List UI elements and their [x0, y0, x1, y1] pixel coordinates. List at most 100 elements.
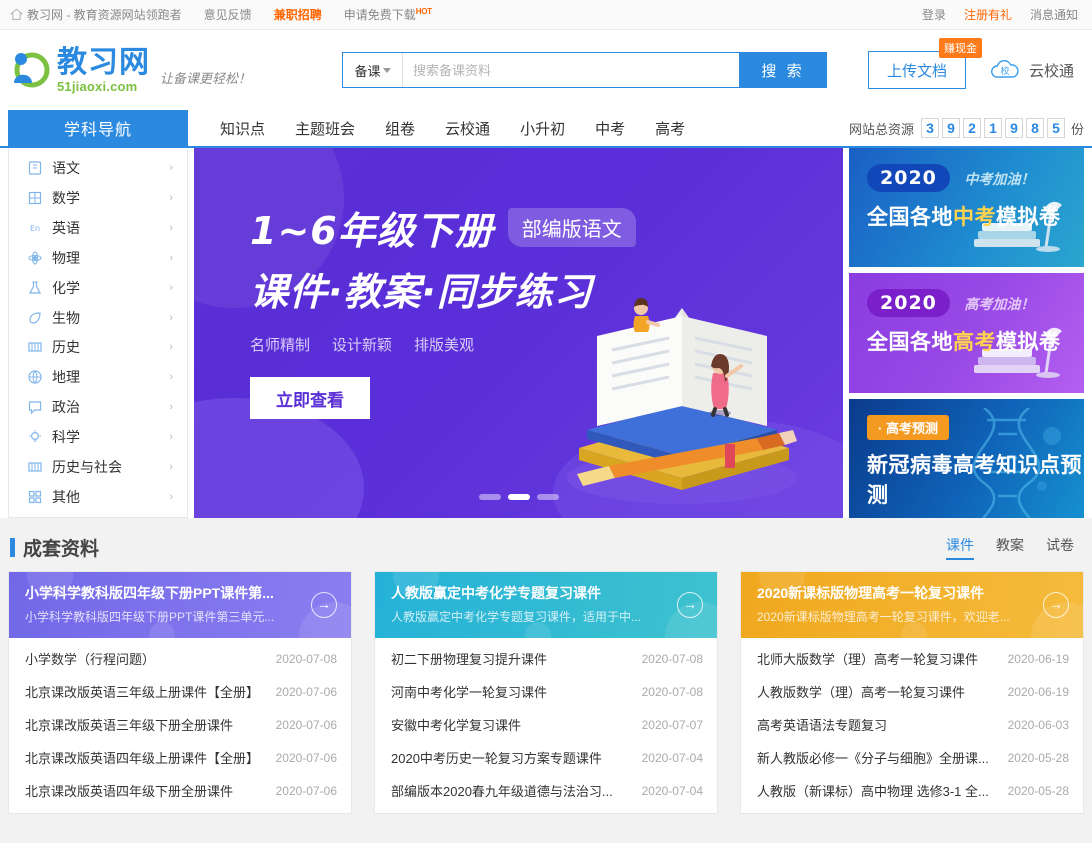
register-link[interactable]: 注册有礼 [964, 6, 1012, 23]
list-item[interactable]: 2020中考历史一轮复习方案专题课件 2020-07-04 [375, 741, 717, 774]
sidebar-item-wuli[interactable]: 物理 › [9, 244, 187, 272]
list-item[interactable]: 新人教版必修一《分子与细胞》全册课... 2020-05-28 [741, 741, 1083, 774]
card-list: 北师大版数学（理）高考一轮复习课件 2020-06-19 人教版数学（理）高考一… [741, 638, 1083, 813]
promo-card-prediction[interactable]: · 高考预测 新冠病毒高考知识点预测 [849, 399, 1084, 518]
banner-feature: 名师精制 [250, 334, 310, 355]
sidebar-item-yuwen[interactable]: 语文 › [9, 154, 187, 182]
list-item[interactable]: 河南中考化学一轮复习课件 2020-07-08 [375, 675, 717, 708]
promo-year: 2020 [867, 289, 950, 317]
card-list: 初二下册物理复习提升课件 2020-07-08 河南中考化学一轮复习课件 202… [375, 638, 717, 813]
nav-item-gaokao[interactable]: 高考 [655, 118, 685, 139]
banner-subtitle: 课件·教案·同步练习 [250, 261, 843, 316]
carousel-dot-active[interactable] [508, 494, 530, 500]
sidebar-item-lishi-shehui[interactable]: 历史与社会 › [9, 453, 187, 481]
promo-content: 2020 高考加油！ 全国各地高考模拟卷 [849, 273, 1084, 356]
recruit-link[interactable]: 兼职招聘 [274, 6, 322, 23]
promo-card-gaokao[interactable]: 2020 高考加油！ 全国各地高考模拟卷 [849, 273, 1084, 392]
list-item[interactable]: 安徽中考化学复习课件 2020-07-07 [375, 708, 717, 741]
list-item[interactable]: 小学数学（行程问题） 2020-07-08 [9, 642, 351, 675]
logo-cn: 教习网 [57, 48, 150, 78]
item-date: 2020-05-28 [1008, 784, 1069, 798]
banner-feature: 排版美观 [414, 334, 474, 355]
search-category-dropdown[interactable]: 备课 [342, 52, 402, 88]
earn-cash-badge: 赚现金 [939, 38, 982, 58]
carousel-dot[interactable] [479, 494, 501, 500]
resource-counter-label: 网站总资源 [849, 119, 914, 138]
list-item[interactable]: 北京课改版英语四年级上册课件【全册】 2020-07-06 [9, 741, 351, 774]
list-item[interactable]: 北师大版数学（理）高考一轮复习课件 2020-06-19 [741, 642, 1083, 675]
nav-item-zhongkao[interactable]: 中考 [595, 118, 625, 139]
resource-cards: 小学科学教科版四年级下册PPT课件第... 小学科学教科版四年级下册PPT课件第… [0, 571, 1092, 814]
sidebar-item-yingyu[interactable]: En 英语 › [9, 214, 187, 242]
sidebar-item-huaxue[interactable]: 化学 › [9, 274, 187, 302]
sidebar-item-zhengzhi[interactable]: 政治 › [9, 393, 187, 421]
card-header[interactable]: 2020新课标版物理高考一轮复习课件 2020新课标版物理高考一轮复习课件，欢迎… [741, 572, 1083, 638]
sidebar-label: 地理 [52, 367, 169, 387]
list-item[interactable]: 初二下册物理复习提升课件 2020-07-08 [375, 642, 717, 675]
list-item[interactable]: 部编版本2020春九年级道德与法治习... 2020-07-04 [375, 774, 717, 807]
search-box: 备课 搜 索 [342, 52, 827, 88]
banner-line1: 1~6年级下册 部编版语文 [250, 200, 843, 255]
item-title: 北京课改版英语四年级下册全册课件 [25, 781, 276, 800]
top-bar-right: 登录 注册有礼 消息通知 [922, 6, 1092, 23]
card-header[interactable]: 小学科学教科版四年级下册PPT课件第... 小学科学教科版四年级下册PPT课件第… [9, 572, 351, 638]
nav-subject-guide[interactable]: 学科导航 [8, 110, 188, 146]
list-item[interactable]: 人教版数学（理）高考一轮复习课件 2020-06-19 [741, 675, 1083, 708]
sidebar-item-lishi[interactable]: 历史 › [9, 333, 187, 361]
item-title: 北师大版数学（理）高考一轮复习课件 [757, 649, 1008, 668]
arrow-right-icon[interactable]: → [677, 592, 703, 618]
free-download-link[interactable]: 申请免费下载HOT [344, 6, 432, 23]
nav-item-primary-to-middle[interactable]: 小升初 [520, 118, 565, 139]
search-button[interactable]: 搜 索 [739, 52, 827, 88]
sidebar-item-shengwu[interactable]: 生物 › [9, 304, 187, 332]
arrow-right-icon[interactable]: → [1043, 592, 1069, 618]
notifications-link[interactable]: 消息通知 [1030, 6, 1078, 23]
promo-column: 2020 中考加油！ 全国各地中考模拟卷 2020 高考加油！ 全国各地高考模拟… [849, 148, 1084, 518]
item-title: 新人教版必修一《分子与细胞》全册课... [757, 748, 1008, 767]
logo[interactable]: 教习网 51jiaoxi.com 让备课更轻松！ [10, 48, 340, 93]
sidebar-label: 语文 [52, 158, 169, 178]
nav-item-knowledge[interactable]: 知识点 [220, 118, 265, 139]
tab-lessonplan[interactable]: 教案 [996, 535, 1024, 560]
card-header[interactable]: 人教版赢定中考化学专题复习课件 人教版赢定中考化学专题复习课件，适用于中... … [375, 572, 717, 638]
sidebar-item-shuxue[interactable]: 数学 › [9, 184, 187, 212]
hero-banner[interactable]: 1~6年级下册 部编版语文 课件·教案·同步练习 名师精制 设计新颖 排版美观 … [194, 148, 843, 518]
nav-item-cloudschool[interactable]: 云校通 [445, 118, 490, 139]
site-name-link[interactable]: 教习网 - 教育资源网站领跑者 [10, 6, 182, 23]
nav-item-classmeeting[interactable]: 主题班会 [295, 118, 355, 139]
banner-features: 名师精制 设计新颖 排版美观 [250, 334, 843, 355]
list-item[interactable]: 高考英语语法专题复习 2020-06-03 [741, 708, 1083, 741]
search-input[interactable] [403, 52, 739, 88]
arrow-glyph: → [317, 597, 331, 611]
chevron-right-icon: › [169, 282, 173, 294]
resource-card: 2020新课标版物理高考一轮复习课件 2020新课标版物理高考一轮复习课件，欢迎… [740, 571, 1084, 814]
chevron-down-icon [383, 68, 391, 73]
cloud-school-link[interactable]: 校 云校通 [988, 58, 1074, 82]
list-item[interactable]: 北京课改版英语三年级下册全册课件 2020-07-06 [9, 708, 351, 741]
feedback-link[interactable]: 意见反馈 [204, 6, 252, 23]
bulb-icon [27, 429, 43, 445]
tab-testpaper[interactable]: 试卷 [1046, 535, 1074, 560]
chevron-right-icon: › [169, 371, 173, 383]
promo-card-zhongkao[interactable]: 2020 中考加油！ 全国各地中考模拟卷 [849, 148, 1084, 267]
item-title: 2020中考历史一轮复习方案专题课件 [391, 748, 642, 767]
list-item[interactable]: 人教版（新课标）高中物理 选修3-1 全... 2020-05-28 [741, 774, 1083, 807]
tab-courseware[interactable]: 课件 [946, 535, 974, 560]
slogan: 让备课更轻松！ [160, 68, 251, 93]
list-item[interactable]: 北京课改版英语三年级上册课件【全册】 2020-07-06 [9, 675, 351, 708]
arrow-right-icon[interactable]: → [311, 592, 337, 618]
item-date: 2020-07-07 [642, 718, 703, 732]
login-link[interactable]: 登录 [922, 6, 946, 23]
nav-items: 知识点 主题班会 组卷 云校通 小升初 中考 高考 [220, 110, 685, 146]
sidebar-item-dili[interactable]: 地理 › [9, 363, 187, 391]
search-category-label: 备课 [354, 61, 380, 80]
carousel-dot[interactable] [537, 494, 559, 500]
sidebar-item-qita[interactable]: 其他 › [9, 483, 187, 511]
sidebar-label: 数学 [52, 188, 169, 208]
chevron-right-icon: › [169, 491, 173, 503]
nav-item-paperbuilder[interactable]: 组卷 [385, 118, 415, 139]
banner-cta-button[interactable]: 立即查看 [250, 377, 370, 419]
item-date: 2020-07-06 [276, 718, 337, 732]
sidebar-item-kexue[interactable]: 科学 › [9, 423, 187, 451]
list-item[interactable]: 北京课改版英语四年级下册全册课件 2020-07-06 [9, 774, 351, 807]
